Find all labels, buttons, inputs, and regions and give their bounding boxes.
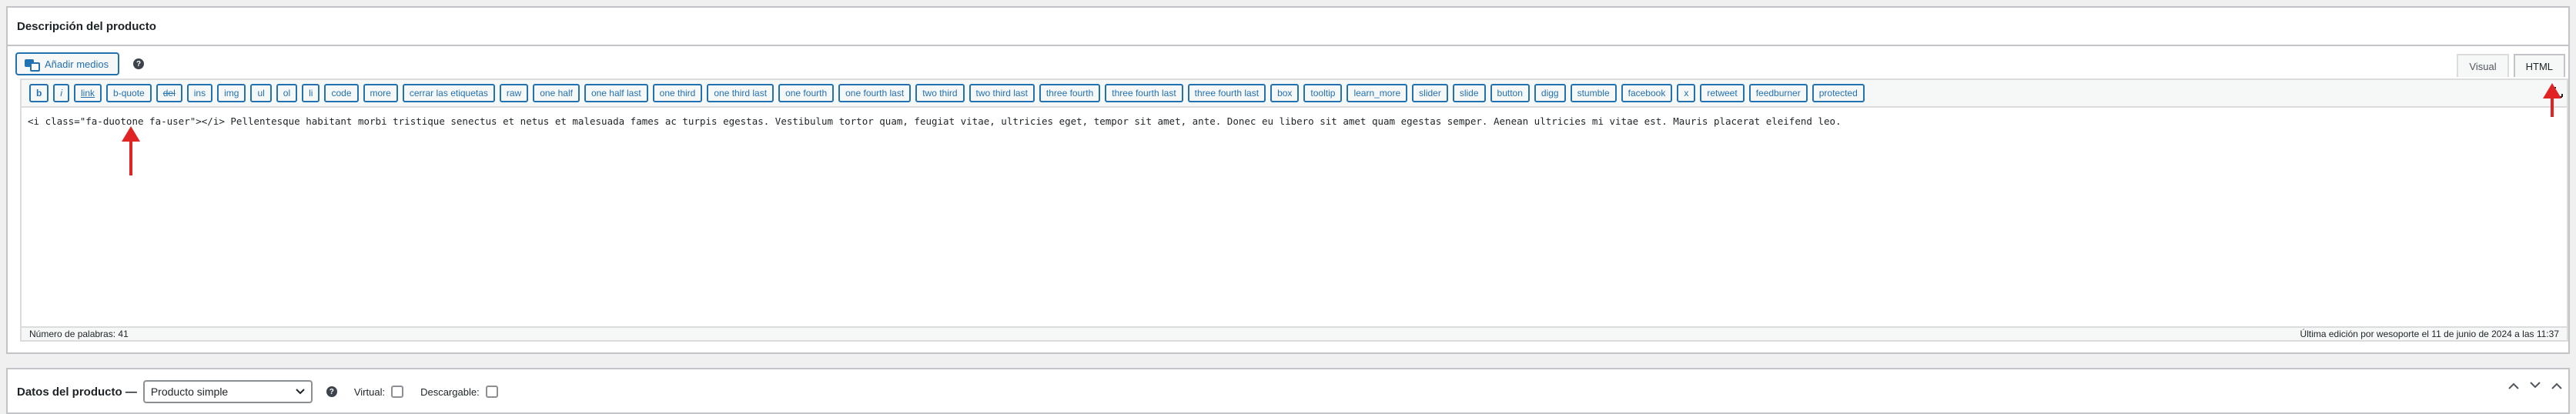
add-media-label: Añadir medios bbox=[45, 58, 109, 70]
quicktag-ul-button[interactable]: ul bbox=[250, 84, 272, 102]
editor-status-bar: Número de palabras: 41 Última edición po… bbox=[22, 326, 2567, 340]
panel-title: Descripción del producto bbox=[8, 8, 2568, 46]
quicktag-learn-more-button[interactable]: learn_more bbox=[1347, 84, 1408, 102]
download-label: Descargable: bbox=[420, 386, 480, 398]
quicktag-img-button[interactable]: img bbox=[217, 84, 246, 102]
quicktag-more-button[interactable]: more bbox=[363, 84, 398, 102]
quicktag-slide-button[interactable]: slide bbox=[1452, 84, 1486, 102]
word-count: Número de palabras: 41 bbox=[29, 329, 129, 339]
quicktag-b-quote-button[interactable]: b-quote bbox=[106, 84, 152, 102]
quicktag-code-button[interactable]: code bbox=[324, 84, 359, 102]
quicktag-ol-button[interactable]: ol bbox=[276, 84, 298, 102]
virtual-checkbox[interactable] bbox=[391, 386, 404, 398]
product-data-row: Datos del producto — Producto simple ? V… bbox=[17, 380, 498, 403]
tab-visual[interactable]: Visual bbox=[2457, 54, 2509, 77]
quicktag-digg-button[interactable]: digg bbox=[1534, 84, 1566, 102]
tab-html[interactable]: HTML bbox=[2513, 54, 2565, 77]
help-icon[interactable]: ? bbox=[326, 386, 337, 397]
quicktag-tooltip-button[interactable]: tooltip bbox=[1303, 84, 1343, 102]
html-editor: b i link b-quote del ins img ul ol li code more cerr… bbox=[20, 78, 2568, 342]
quicktag-two-third-last-button[interactable]: two third last bbox=[969, 84, 1035, 102]
panel-controls bbox=[2508, 382, 2562, 389]
quicktag-feedburner-button[interactable]: feedburner bbox=[1748, 84, 1808, 102]
product-data-label: Datos del producto — bbox=[17, 385, 137, 399]
quicktag-three-fourth-button[interactable]: three fourth bbox=[1039, 84, 1101, 102]
quicktag-one-third-last-button[interactable]: one third last bbox=[707, 84, 774, 102]
editor-textarea[interactable]: <i class="fa-duotone fa-user"></i> Pelle… bbox=[28, 115, 2561, 300]
quicktag-ins-button[interactable]: ins bbox=[186, 84, 213, 102]
quicktag-x-button[interactable]: x bbox=[1677, 84, 1696, 102]
quicktag-del-button[interactable]: del bbox=[156, 84, 182, 102]
arrow-icon bbox=[122, 126, 140, 175]
media-row: Añadir medios ? bbox=[15, 52, 145, 75]
chevron-down-icon bbox=[296, 389, 305, 395]
editor-tabs: Visual HTML bbox=[2457, 54, 2565, 77]
quicktag-i-button[interactable]: i bbox=[53, 84, 70, 102]
product-description-panel: Descripción del producto Añadir medios ?… bbox=[6, 6, 2570, 354]
quicktag-three-fourth-last-button[interactable]: three fourth last bbox=[1187, 84, 1266, 102]
quicktag-raw-button[interactable]: raw bbox=[499, 84, 529, 102]
add-media-button[interactable]: Añadir medios bbox=[15, 52, 120, 75]
quicktag-retweet-button[interactable]: retweet bbox=[1700, 84, 1745, 102]
quicktag-one-fourth-last-button[interactable]: one fourth last bbox=[838, 84, 912, 102]
product-type-select[interactable]: Producto simple bbox=[142, 380, 313, 403]
quicktag-slider-button[interactable]: slider bbox=[1412, 84, 1448, 102]
media-icon bbox=[25, 58, 40, 72]
quicktag-b-button[interactable]: b bbox=[29, 84, 49, 102]
quicktag-one-third-button[interactable]: one third bbox=[652, 84, 703, 102]
quicktag-one-half-button[interactable]: one half bbox=[533, 84, 580, 102]
quicktag-button-button[interactable]: button bbox=[1490, 84, 1530, 102]
quicktag-facebook-button[interactable]: facebook bbox=[1621, 84, 1673, 102]
help-icon[interactable]: ? bbox=[133, 58, 145, 69]
chevron-up-icon[interactable] bbox=[2508, 382, 2519, 389]
chevron-down-icon[interactable] bbox=[2530, 382, 2541, 389]
quicktag-one-half-last-button[interactable]: one half last bbox=[584, 84, 648, 102]
product-type-value: Producto simple bbox=[150, 386, 229, 398]
quicktag-three-fourth-last-button[interactable]: three fourth last bbox=[1105, 84, 1183, 102]
quicktag-one-fourth-button[interactable]: one fourth bbox=[778, 84, 835, 102]
last-edit: Última edición por wesoporte el 11 de ju… bbox=[2300, 329, 2559, 339]
product-data-panel: Datos del producto — Producto simple ? V… bbox=[6, 368, 2570, 414]
virtual-label: Virtual: bbox=[353, 386, 386, 398]
downloadable-checkbox[interactable] bbox=[485, 386, 498, 398]
quicktags-toolbar: b i link b-quote del ins img ul ol li code more cerr… bbox=[22, 80, 2567, 108]
quicktag-two-third-button[interactable]: two third bbox=[915, 84, 965, 102]
quicktag-li-button[interactable]: li bbox=[302, 84, 320, 102]
arrow-icon bbox=[2543, 83, 2561, 117]
quicktag-box-button[interactable]: box bbox=[1270, 84, 1300, 102]
quicktag-link-button[interactable]: link bbox=[74, 84, 102, 102]
quicktag-cerrar-las-etiquetas-button[interactable]: cerrar las etiquetas bbox=[402, 84, 495, 102]
quicktag-stumble-button[interactable]: stumble bbox=[1570, 84, 1617, 102]
quicktag-protected-button[interactable]: protected bbox=[1812, 84, 1865, 102]
chevron-up-icon[interactable] bbox=[2551, 382, 2562, 389]
